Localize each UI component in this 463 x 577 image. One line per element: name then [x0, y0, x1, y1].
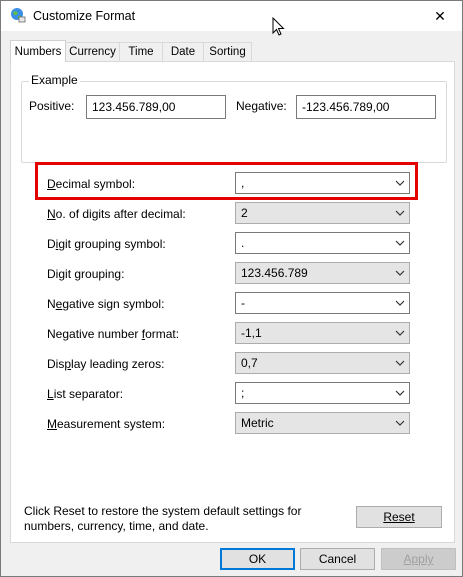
cancel-button[interactable]: Cancel	[300, 548, 375, 570]
globe-icon	[11, 8, 26, 23]
negative-sign-symbol-combo[interactable]: -	[235, 292, 410, 314]
digit-grouping-symbol-value: .	[241, 236, 245, 250]
digit-grouping-symbol-label: Digit grouping symbol:	[47, 237, 166, 251]
display-leading-zeros-combo[interactable]: 0,7	[235, 352, 410, 374]
measurement-system-label: Measurement system:	[47, 417, 166, 431]
tab-sorting[interactable]: Sorting	[203, 42, 252, 61]
close-icon: ✕	[434, 7, 446, 24]
positive-example-field: 123.456.789,00	[86, 95, 226, 119]
tab-label: Time	[128, 46, 154, 58]
digits-after-decimal-value: 2	[241, 206, 248, 220]
list-separator-combo[interactable]: ;	[235, 382, 410, 404]
negative-number-format-label: Negative number format:	[47, 327, 180, 341]
negative-sign-symbol-value: -	[241, 296, 245, 310]
chevron-down-icon[interactable]	[395, 418, 405, 428]
example-group	[21, 81, 447, 163]
negative-sign-symbol-label: Negative sign symbol:	[47, 297, 165, 311]
reset-button[interactable]: Reset	[356, 506, 442, 528]
ok-label: OK	[248, 552, 267, 566]
reset-label: Reset	[383, 510, 415, 524]
measurement-system-value: Metric	[241, 416, 274, 430]
display-leading-zeros-label: Display leading zeros:	[47, 357, 165, 371]
digit-grouping-label: Digit grouping:	[47, 267, 125, 281]
negative-label: Negative:	[236, 99, 287, 113]
tab-label: Currency	[69, 46, 116, 58]
tab-currency[interactable]: Currency	[65, 42, 120, 61]
apply-button[interactable]: Apply	[381, 548, 456, 570]
decimal-symbol-highlight	[35, 162, 418, 200]
tab-label: Date	[170, 46, 196, 58]
list-separator-label: List separator:	[47, 387, 124, 401]
tab-label: Sorting	[209, 46, 246, 58]
display-leading-zeros-value: 0,7	[241, 356, 258, 370]
customize-format-dialog: Customize Format ✕ Numbers Currency Time…	[0, 0, 463, 577]
chevron-down-icon[interactable]	[395, 208, 405, 218]
chevron-down-icon[interactable]	[395, 358, 405, 368]
close-button[interactable]: ✕	[418, 1, 462, 31]
chevron-down-icon[interactable]	[395, 268, 405, 278]
chevron-down-icon[interactable]	[395, 298, 405, 308]
digit-grouping-value: 123.456.789	[241, 266, 308, 280]
negative-example-field: -123.456.789,00	[296, 95, 436, 119]
measurement-system-combo[interactable]: Metric	[235, 412, 410, 434]
chevron-down-icon[interactable]	[395, 388, 405, 398]
mouse-cursor-icon	[272, 17, 285, 36]
negative-number-format-value: -1,1	[241, 326, 262, 340]
digits-after-decimal-label: No. of digits after decimal:	[47, 207, 186, 221]
list-separator-value: ;	[241, 386, 245, 400]
tab-date[interactable]: Date	[162, 42, 204, 61]
chevron-down-icon[interactable]	[395, 238, 405, 248]
digit-grouping-symbol-combo[interactable]: .	[235, 232, 410, 254]
positive-label: Positive:	[29, 99, 75, 113]
digits-after-decimal-combo[interactable]: 2	[235, 202, 410, 224]
title-bar[interactable]: Customize Format ✕	[1, 1, 462, 31]
negative-number-format-combo[interactable]: -1,1	[235, 322, 410, 344]
cancel-label: Cancel	[318, 552, 357, 566]
tab-time[interactable]: Time	[119, 42, 163, 61]
apply-label: Apply	[403, 552, 434, 566]
digit-grouping-combo[interactable]: 123.456.789	[235, 262, 410, 284]
example-group-label: Example	[29, 73, 80, 87]
chevron-down-icon[interactable]	[395, 328, 405, 338]
tab-label: Numbers	[14, 45, 62, 58]
tab-numbers[interactable]: Numbers	[10, 40, 66, 62]
ok-button[interactable]: OK	[220, 548, 295, 570]
reset-info-text: Click Reset to restore the system defaul…	[24, 504, 302, 533]
window-title: Customize Format	[33, 9, 136, 23]
